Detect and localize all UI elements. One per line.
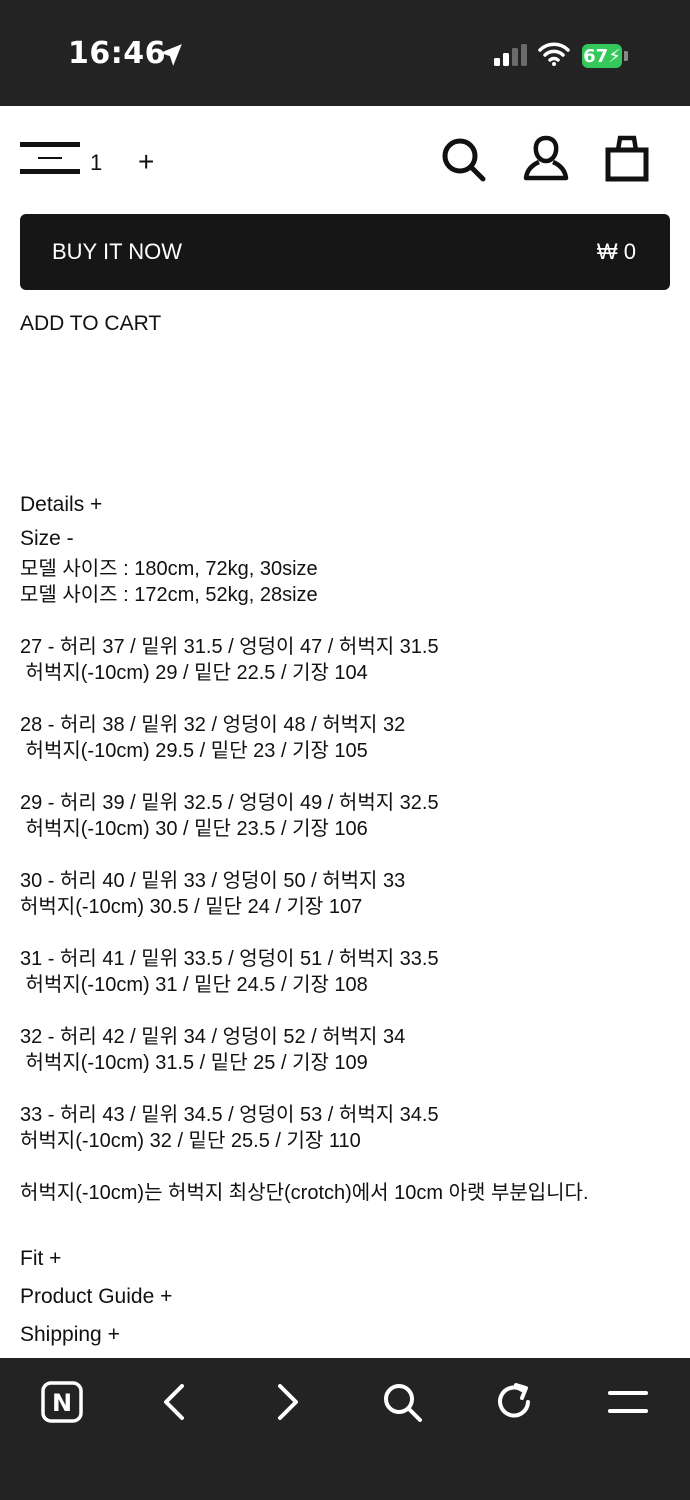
status-bar: 16:46 67 ⚡ <box>0 0 690 106</box>
model-size-info: 모델 사이즈 : 180cm, 72kg, 30size 모델 사이즈 : 17… <box>20 556 670 608</box>
size-measure-line: 32 - 허리 42 / 밑위 34 / 엉덩이 52 / 허벅지 34 <box>20 1026 406 1048</box>
buy-it-now-button[interactable]: BUY IT NOW ₩ 0 <box>20 214 670 290</box>
naver-home-icon[interactable]: N <box>40 1380 84 1424</box>
add-to-cart-link[interactable]: ADD TO CART <box>20 312 161 336</box>
cellular-signal-icon <box>494 44 527 66</box>
size-entry-30: 30 - 허리 40 / 밑위 33 / 엉덩이 50 / 허벅지 33 허벅지(… <box>20 868 670 920</box>
model-size-line: 모델 사이즈 : 172cm, 52kg, 28size <box>20 584 318 606</box>
fit-toggle[interactable]: Fit + <box>20 1240 172 1278</box>
product-info: Details + Size - 모델 사이즈 : 180cm, 72kg, 3… <box>20 486 670 1206</box>
details-toggle[interactable]: Details + <box>20 486 670 524</box>
shipping-toggle[interactable]: Shipping + <box>20 1316 172 1354</box>
price: ₩ 0 <box>596 239 636 264</box>
charging-bolt-icon: ⚡ <box>608 45 621 67</box>
size-measure-line: 29 - 허리 39 / 밑위 32.5 / 엉덩이 49 / 허벅지 32.5 <box>20 792 439 814</box>
size-toggle[interactable]: Size - <box>20 522 670 556</box>
size-measure-line: 28 - 허리 38 / 밑위 32 / 엉덩이 48 / 허벅지 32 <box>20 714 406 736</box>
location-arrow-icon <box>160 44 182 66</box>
battery-tip <box>624 51 628 61</box>
site-header <box>0 106 690 214</box>
account-icon[interactable] <box>522 134 570 182</box>
buy-it-now-label: BUY IT NOW <box>52 239 182 264</box>
size-measure-line: 31 - 허리 41 / 밑위 33.5 / 엉덩이 51 / 허벅지 33.5 <box>20 948 439 970</box>
size-measure-line: 27 - 허리 37 / 밑위 31.5 / 엉덩이 47 / 허벅지 31.5 <box>20 636 439 658</box>
size-measure-line: 허벅지(-10cm) 31.5 / 밑단 25 / 기장 109 <box>20 1052 368 1074</box>
size-entry-27: 27 - 허리 37 / 밑위 31.5 / 엉덩이 47 / 허벅지 31.5… <box>20 634 670 686</box>
clock: 16:46 <box>68 36 166 71</box>
menu-icon[interactable] <box>606 1380 650 1424</box>
size-measure-line: 허벅지(-10cm) 32 / 밑단 25.5 / 기장 110 <box>20 1130 361 1152</box>
more-sections: Fit + Product Guide + Shipping + <box>20 1240 172 1354</box>
size-measure-line: 허벅지(-10cm) 31 / 밑단 24.5 / 기장 108 <box>20 974 368 996</box>
shopping-bag-icon[interactable] <box>604 134 650 182</box>
cart-quantity: 1 <box>90 150 103 175</box>
refresh-icon[interactable] <box>492 1380 536 1424</box>
size-measure-line: 33 - 허리 43 / 밑위 34.5 / 엉덩이 53 / 허벅지 34.5 <box>20 1104 439 1126</box>
wifi-icon <box>538 42 570 66</box>
home-letter: N <box>52 1389 72 1417</box>
size-entry-32: 32 - 허리 42 / 밑위 34 / 엉덩이 52 / 허벅지 34 허벅지… <box>20 1024 670 1076</box>
search-icon[interactable] <box>440 136 486 182</box>
search-icon[interactable] <box>380 1380 424 1424</box>
size-entry-33: 33 - 허리 43 / 밑위 34.5 / 엉덩이 53 / 허벅지 34.5… <box>20 1102 670 1154</box>
size-measure-line: 30 - 허리 40 / 밑위 33 / 엉덩이 50 / 허벅지 33 <box>20 870 406 892</box>
size-measure-line: 허벅지(-10cm) 29.5 / 밑단 23 / 기장 105 <box>20 740 368 762</box>
size-measure-line: 허벅지(-10cm) 30.5 / 밑단 24 / 기장 107 <box>20 896 363 918</box>
size-entry-28: 28 - 허리 38 / 밑위 32 / 엉덩이 48 / 허벅지 32 허벅지… <box>20 712 670 764</box>
battery-level: 67 <box>583 45 609 67</box>
browser-toolbar <box>0 1358 690 1500</box>
model-size-line: 모델 사이즈 : 180cm, 72kg, 30size <box>20 558 318 580</box>
product-guide-toggle[interactable]: Product Guide + <box>20 1278 172 1316</box>
size-note: 허벅지(-10cm)는 허벅지 최상단(crotch)에서 10cm 아랫 부분… <box>20 1182 589 1204</box>
size-measure-line: 허벅지(-10cm) 29 / 밑단 22.5 / 기장 104 <box>20 662 368 684</box>
size-entry-31: 31 - 허리 41 / 밑위 33.5 / 엉덩이 51 / 허벅지 33.5… <box>20 946 670 998</box>
back-arrow-icon[interactable] <box>152 1380 196 1424</box>
forward-arrow-icon[interactable] <box>266 1380 310 1424</box>
hamburger-menu-icon[interactable] <box>20 140 82 176</box>
size-entry-29: 29 - 허리 39 / 밑위 32.5 / 엉덩이 49 / 허벅지 32.5… <box>20 790 670 842</box>
size-measure-line: 허벅지(-10cm) 30 / 밑단 23.5 / 기장 106 <box>20 818 368 840</box>
battery-indicator: 67 ⚡ <box>582 44 622 68</box>
increase-quantity-button[interactable]: + <box>138 146 154 178</box>
